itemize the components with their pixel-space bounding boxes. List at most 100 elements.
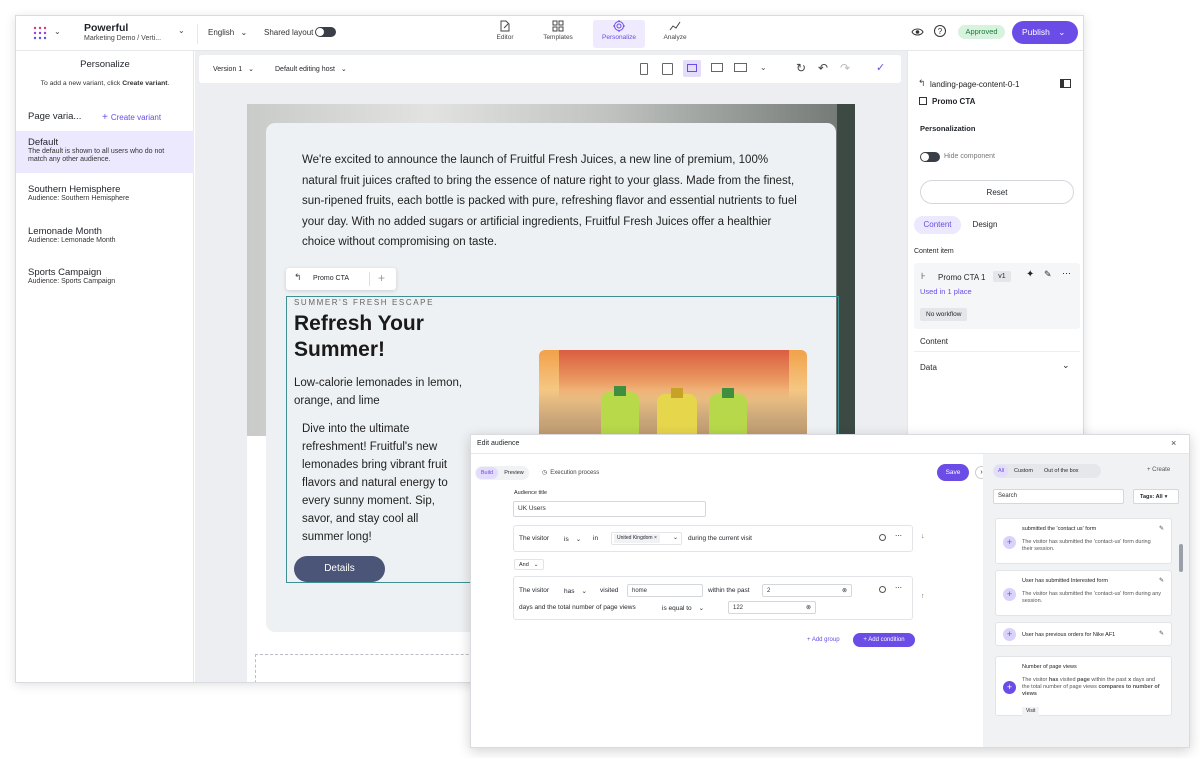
tab-design[interactable]: Design [964,216,1006,234]
move-up-icon[interactable]: ↑ [921,593,925,600]
chevron-down-icon: ⌄ [698,605,705,612]
tab-build[interactable]: Build [476,467,498,479]
edit-pencil-icon[interactable]: ✎ [1044,269,1052,280]
tab-personalize[interactable]: Personalize [593,20,645,48]
move-down-icon[interactable]: ↓ [921,533,925,540]
edit-pencil-icon[interactable]: ✎ [1159,577,1164,584]
page-input[interactable]: home [627,584,703,597]
more-options-icon[interactable]: ⋯ [1062,268,1071,279]
tab-editor[interactable]: Editor [480,20,530,48]
clear-icon[interactable]: ⊗ [842,587,847,594]
close-icon[interactable]: × [1171,438,1176,448]
audience-title-input[interactable]: UK Users [513,501,706,517]
check-icon[interactable]: ✓ [876,61,885,74]
condition-card[interactable]: + User has submitted Interested form The… [995,570,1172,616]
hide-component-toggle[interactable] [920,152,940,162]
add-condition-icon[interactable]: + [1003,536,1016,549]
info-icon[interactable] [879,586,886,593]
filter-custom[interactable]: Custom [1014,465,1033,477]
language-select[interactable]: English ⌄ [208,28,247,37]
condition-card[interactable]: + Number of page views The visitor has v… [995,656,1172,716]
add-condition-icon[interactable]: + [1003,628,1016,641]
variant-sports-campaign[interactable]: Sports Campaign Audience: Sports Campaig… [16,261,194,301]
used-in-link[interactable]: Used in 1 place [920,287,972,296]
variant-audience: Audience: Southern Hemisphere [28,195,130,202]
shared-layout-toggle[interactable] [315,27,336,37]
sparkle-icon[interactable]: ✦ [1026,269,1034,280]
views-input[interactable]: 122 ⊗ [728,601,816,614]
laptop-device-icon[interactable] [683,60,701,77]
country-tag[interactable]: United Kingdom × [614,534,660,543]
rule-operator-select[interactable]: has ⌄ [564,587,587,595]
data-section-heading[interactable]: Data [920,363,937,372]
tab-templates[interactable]: Templates [533,20,583,48]
compare-select[interactable]: is equal to ⌄ [662,604,704,612]
personalize-panel: Personalize To add a new variant, click … [16,51,194,682]
mobile-device-icon[interactable] [640,63,648,75]
save-button[interactable]: Save [937,464,969,481]
condition-card[interactable]: + submitted the 'contact us' form The vi… [995,518,1172,564]
site-chevron-down-icon[interactable]: ⌄ [178,26,185,35]
data-chevron-down-icon[interactable]: ⌄ [1062,360,1070,371]
add-condition-icon[interactable]: + [1003,681,1016,694]
add-icon[interactable]: + [378,271,385,285]
version-select[interactable]: Version 1 ⌄ [213,65,254,73]
more-options-icon[interactable]: ⋯ [895,532,902,540]
create-button[interactable]: + Create [1147,467,1170,473]
days-input[interactable]: 2 ⊗ [762,584,852,597]
library-scrollbar[interactable] [1179,544,1183,572]
promo-cta-chip[interactable]: ↰ Promo CTA + [286,268,396,290]
devices-chevron-down-icon[interactable]: ⌄ [760,63,767,72]
wide-desktop-device-icon[interactable] [734,63,747,72]
tablet-device-icon[interactable] [662,63,673,75]
hide-component-label: Hide component [944,153,995,160]
publish-button[interactable]: Publish ⌄ [1012,21,1078,44]
app-logo-icon[interactable] [32,25,48,41]
remove-tag-icon[interactable]: × [654,535,657,541]
filter-out-of-the-box[interactable]: Out of the box [1044,465,1079,477]
edit-pencil-icon[interactable]: ✎ [1159,525,1164,532]
library-search-input[interactable]: Search [993,489,1124,504]
content-item-name[interactable]: Promo CTA 1 [938,273,985,282]
breadcrumb-parent-icon[interactable]: ↰ [918,78,926,89]
collapse-panel-icon[interactable] [1060,79,1071,88]
help-icon[interactable]: ? [934,25,946,37]
desktop-device-icon[interactable] [711,63,723,72]
info-icon[interactable] [879,534,886,541]
execution-process-link[interactable]: ◷ Execution process [542,469,599,476]
tab-analyze[interactable]: Analyze [650,20,700,48]
chevron-down-icon[interactable]: ⌄ [673,534,678,541]
refresh-icon[interactable]: ↻ [796,61,806,75]
content-item-card: ⊦ Promo CTA 1 v1 ✦ ✎ ⋯ Used in 1 place N… [914,263,1080,329]
reset-button[interactable]: Reset [920,180,1074,204]
undo-icon[interactable]: ↶ [818,61,828,75]
tab-templates-label: Templates [543,34,573,41]
details-button[interactable]: Details [294,556,385,582]
select-parent-icon[interactable]: ↰ [294,272,302,283]
clear-icon[interactable]: ⊗ [806,604,811,611]
edit-pencil-icon[interactable]: ✎ [1159,630,1164,637]
redo-icon[interactable]: ↷ [840,61,850,75]
variant-southern-hemisphere[interactable]: Southern Hemisphere Audience: Southern H… [16,178,194,218]
tags-filter-select[interactable]: Tags: All ▾ [1133,489,1179,504]
variant-default[interactable]: Default The default is shown to all user… [16,131,194,173]
variant-lemonade-month[interactable]: Lemonade Month Audience: Lemonade Month [16,220,194,260]
condition-card[interactable]: + User has previous orders for Nike AF1 … [995,622,1172,646]
editing-host-select[interactable]: Default editing host ⌄ [275,65,347,73]
and-connector[interactable]: And ⌄ [514,559,544,570]
add-condition-button[interactable]: + Add condition [853,633,915,647]
rule-operator-select[interactable]: is ⌄ [564,535,581,543]
logo-chevron-down-icon[interactable]: ⌄ [54,27,61,36]
promo-body: Dive into the ultimate refreshment! Frui… [302,423,448,543]
add-group-button[interactable]: + Add group [807,637,840,643]
more-options-icon[interactable]: ⋯ [895,584,902,592]
filter-all[interactable]: All [994,465,1008,477]
create-variant-button[interactable]: + Create variant [102,112,161,123]
dialog-title: Edit audience [477,440,520,447]
add-condition-icon[interactable]: + [1003,588,1016,601]
hint-bold: Create variant [122,80,168,87]
tab-content[interactable]: Content [914,216,961,234]
tab-preview[interactable]: Preview [502,467,526,479]
preview-eye-icon[interactable] [911,27,924,37]
within-label: within the past [708,587,750,594]
